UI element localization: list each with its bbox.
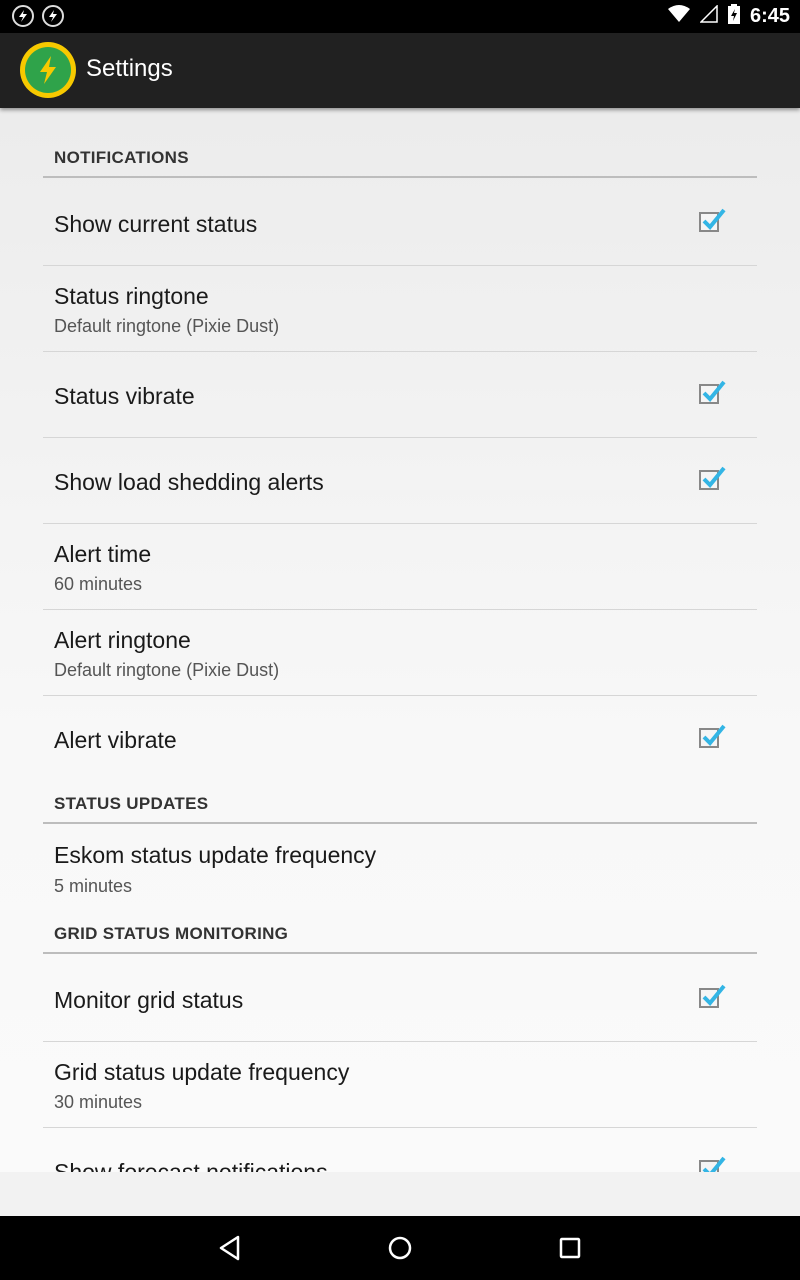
pref-monitor-grid-status[interactable]: Monitor grid status [43, 954, 757, 1042]
pref-summary: Default ringtone (Pixie Dust) [54, 660, 280, 680]
pref-summary: 30 minutes [54, 1092, 143, 1112]
action-bar: Settings [0, 33, 800, 108]
checkmark-icon [702, 380, 726, 402]
battery-charging-icon [727, 4, 740, 29]
home-icon[interactable] [384, 1232, 416, 1264]
flash-notification-icon [42, 5, 64, 27]
pref-title: Eskom status update frequency [54, 842, 377, 868]
pref-title: Show forecast notifications [54, 1159, 328, 1172]
pref-title: Status vibrate [54, 383, 195, 409]
status-vibrate-checkbox[interactable] [699, 380, 726, 404]
pref-eskom-status-update-frequency[interactable]: Eskom status update frequency 5 minutes [43, 824, 757, 910]
pref-show-forecast-notifications[interactable]: Show forecast notifications [43, 1128, 757, 1172]
checkmark-icon [702, 1156, 726, 1172]
checkmark-icon [702, 984, 726, 1006]
pref-show-load-shedding-alerts[interactable]: Show load shedding alerts [43, 438, 757, 524]
pref-alert-time[interactable]: Alert time 60 minutes [43, 524, 757, 610]
flash-notification-icon [12, 5, 34, 27]
pref-alert-vibrate[interactable]: Alert vibrate [43, 696, 757, 778]
pref-title: Grid status update frequency [54, 1059, 350, 1085]
pref-status-ringtone[interactable]: Status ringtone Default ringtone (Pixie … [43, 266, 757, 352]
pref-title: Alert vibrate [54, 727, 177, 753]
settings-list[interactable]: NOTIFICATIONS Show current status Status… [0, 108, 800, 1172]
signal-icon [699, 4, 718, 28]
pref-summary: Default ringtone (Pixie Dust) [54, 316, 280, 336]
show-current-status-checkbox[interactable] [699, 208, 726, 232]
pref-summary: 5 minutes [54, 876, 133, 896]
pref-title: Show current status [54, 211, 258, 237]
pref-show-current-status[interactable]: Show current status [43, 178, 757, 266]
pref-grid-status-update-frequency[interactable]: Grid status update frequency 30 minutes [43, 1042, 757, 1128]
recents-icon[interactable] [554, 1232, 586, 1264]
section-header-status-updates: STATUS UPDATES [54, 794, 209, 813]
pref-title: Status ringtone [54, 283, 209, 309]
pref-summary: 60 minutes [54, 574, 143, 594]
clock: 6:45 [749, 5, 790, 27]
navigation-bar [0, 1216, 800, 1280]
lightning-app-icon[interactable] [20, 42, 76, 98]
pref-title: Alert ringtone [54, 627, 191, 653]
section-header-grid-status-monitoring: GRID STATUS MONITORING [54, 924, 289, 943]
alert-vibrate-checkbox[interactable] [699, 724, 726, 748]
pref-title: Show load shedding alerts [54, 469, 324, 495]
show-load-shedding-alerts-checkbox[interactable] [699, 466, 726, 490]
show-forecast-notifications-checkbox[interactable] [699, 1156, 726, 1172]
checkmark-icon [702, 724, 726, 746]
wifi-icon [667, 5, 690, 28]
monitor-grid-status-checkbox[interactable] [699, 984, 726, 1008]
pref-title: Monitor grid status [54, 987, 244, 1013]
pref-title: Alert time [54, 541, 152, 567]
section-header-notifications: NOTIFICATIONS [54, 148, 189, 167]
status-bar: 6:45 [0, 0, 800, 33]
pref-alert-ringtone[interactable]: Alert ringtone Default ringtone (Pixie D… [43, 610, 757, 696]
checkmark-icon [702, 466, 726, 488]
back-icon[interactable] [214, 1232, 246, 1264]
page-title: Settings [86, 55, 173, 82]
pref-status-vibrate[interactable]: Status vibrate [43, 352, 757, 438]
checkmark-icon [702, 208, 726, 230]
